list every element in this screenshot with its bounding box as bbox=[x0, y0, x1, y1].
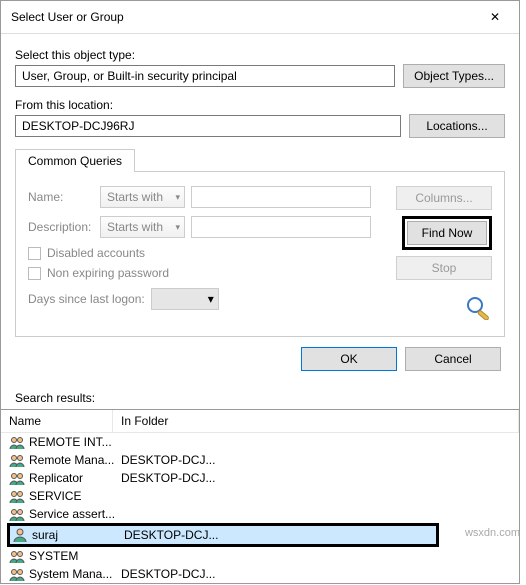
name-match-value: Starts with bbox=[107, 190, 163, 204]
titlebar: Select User or Group ✕ bbox=[1, 1, 519, 34]
result-row[interactable]: Remote Mana...DESKTOP-DCJ... bbox=[1, 451, 519, 469]
result-row[interactable]: System Mana...DESKTOP-DCJ... bbox=[1, 565, 519, 583]
search-results: Name In Folder REMOTE INT... Remote Mana.… bbox=[1, 409, 519, 583]
group-icon bbox=[9, 506, 25, 522]
watermark: wsxdn.com bbox=[465, 527, 520, 539]
common-queries-tabset: Common Queries Name: Starts with ▾ Descr… bbox=[15, 148, 505, 337]
column-header-name[interactable]: Name bbox=[1, 410, 113, 432]
description-input[interactable] bbox=[191, 216, 371, 238]
checkbox-icon bbox=[28, 247, 41, 260]
name-input[interactable] bbox=[191, 186, 371, 208]
result-row[interactable]: SERVICE bbox=[1, 487, 519, 505]
name-label: Name: bbox=[28, 190, 100, 204]
group-icon bbox=[9, 548, 25, 564]
select-user-or-group-dialog: Select User or Group ✕ Select this objec… bbox=[0, 0, 520, 584]
group-icon bbox=[9, 488, 25, 504]
close-button[interactable]: ✕ bbox=[481, 7, 509, 27]
locations-button[interactable]: Locations... bbox=[409, 114, 505, 138]
object-type-label: Select this object type: bbox=[15, 48, 505, 62]
result-name: Service assert... bbox=[29, 507, 121, 521]
columns-button[interactable]: Columns... bbox=[396, 186, 492, 210]
result-folder: DESKTOP-DCJ... bbox=[121, 567, 515, 581]
result-name: SYSTEM bbox=[29, 549, 121, 563]
result-row[interactable]: REMOTE INT... bbox=[1, 433, 519, 451]
chevron-down-icon: ▾ bbox=[208, 292, 214, 306]
tab-common-queries[interactable]: Common Queries bbox=[15, 149, 135, 172]
result-name: Replicator bbox=[29, 471, 121, 485]
dialog-title: Select User or Group bbox=[11, 10, 124, 24]
non-expiring-password-checkbox[interactable]: Non expiring password bbox=[28, 266, 386, 280]
location-input[interactable] bbox=[15, 115, 401, 137]
chevron-down-icon: ▾ bbox=[175, 222, 180, 233]
close-icon: ✕ bbox=[490, 10, 500, 24]
result-name: REMOTE INT... bbox=[29, 435, 121, 449]
group-icon bbox=[9, 566, 25, 582]
from-location-label: From this location: bbox=[15, 98, 505, 112]
result-folder: DESKTOP-DCJ... bbox=[121, 453, 515, 467]
column-header-folder[interactable]: In Folder bbox=[113, 410, 519, 432]
description-match-value: Starts with bbox=[107, 220, 163, 234]
checkbox-icon bbox=[28, 267, 41, 280]
result-folder: DESKTOP-DCJ... bbox=[124, 528, 432, 542]
non-expiring-password-label: Non expiring password bbox=[47, 266, 169, 280]
days-since-logon-label: Days since last logon: bbox=[28, 292, 145, 306]
ok-button[interactable]: OK bbox=[301, 347, 397, 371]
object-types-button[interactable]: Object Types... bbox=[403, 64, 505, 88]
results-body: REMOTE INT...Remote Mana...DESKTOP-DCJ..… bbox=[1, 433, 519, 583]
object-type-input[interactable] bbox=[15, 65, 395, 87]
dialog-body: Select this object type: Object Types...… bbox=[1, 34, 519, 389]
group-icon bbox=[9, 470, 25, 486]
days-since-logon-combo[interactable]: ▾ bbox=[151, 288, 219, 310]
cancel-button[interactable]: Cancel bbox=[405, 347, 501, 371]
result-row[interactable]: SYSTEM bbox=[1, 547, 519, 565]
result-folder: DESKTOP-DCJ... bbox=[121, 471, 515, 485]
find-now-button[interactable]: Find Now bbox=[407, 221, 487, 245]
description-label: Description: bbox=[28, 220, 100, 234]
chevron-down-icon: ▾ bbox=[175, 192, 180, 203]
result-row[interactable]: Service assert... bbox=[1, 505, 519, 523]
stop-button[interactable]: Stop bbox=[396, 256, 492, 280]
disabled-accounts-label: Disabled accounts bbox=[47, 246, 145, 260]
result-row[interactable]: ReplicatorDESKTOP-DCJ... bbox=[1, 469, 519, 487]
common-queries-panel: Name: Starts with ▾ Description: Starts … bbox=[15, 171, 505, 337]
group-icon bbox=[9, 452, 25, 468]
result-name: SERVICE bbox=[29, 489, 121, 503]
disabled-accounts-checkbox[interactable]: Disabled accounts bbox=[28, 246, 386, 260]
user-icon bbox=[12, 527, 28, 543]
search-results-label: Search results: bbox=[1, 389, 519, 409]
find-icon bbox=[464, 294, 492, 316]
name-match-combo[interactable]: Starts with ▾ bbox=[100, 186, 185, 208]
group-icon bbox=[9, 434, 25, 450]
find-now-highlight: Find Now bbox=[402, 216, 492, 250]
description-match-combo[interactable]: Starts with ▾ bbox=[100, 216, 185, 238]
result-name: suraj bbox=[32, 528, 124, 542]
result-name: Remote Mana... bbox=[29, 453, 121, 467]
result-row[interactable]: surajDESKTOP-DCJ... bbox=[7, 523, 439, 547]
result-name: System Mana... bbox=[29, 567, 121, 581]
results-header: Name In Folder bbox=[1, 410, 519, 433]
